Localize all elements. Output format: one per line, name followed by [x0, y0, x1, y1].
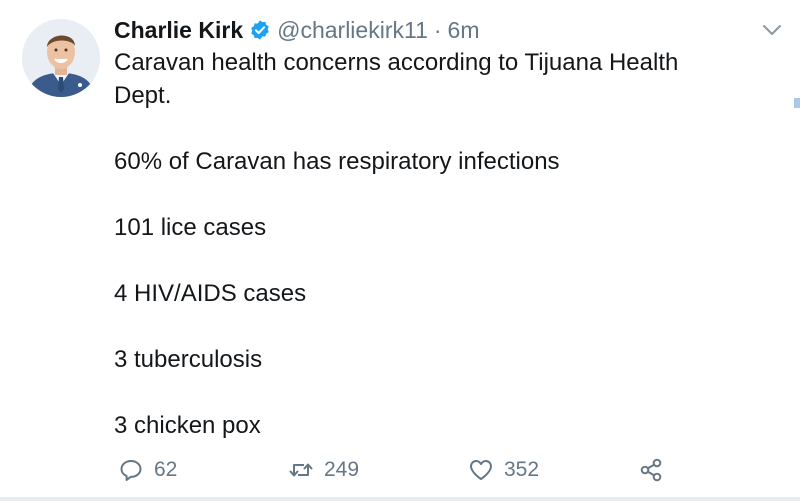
- tweet-card: Charlie Kirk @charliekirk11 · 6m Caravan…: [0, 0, 800, 501]
- scrollbar-thumb[interactable]: [794, 98, 800, 108]
- tweet-text-line: Dept.: [114, 82, 172, 109]
- divider: [0, 497, 800, 501]
- author-name[interactable]: Charlie Kirk: [114, 17, 243, 44]
- reply-count: 62: [154, 458, 178, 481]
- tweet-text-line: 60% of Caravan has respiratory infection…: [114, 148, 560, 175]
- tweet-actions: 62 249 352: [118, 452, 678, 488]
- retweet-button[interactable]: 249: [288, 452, 359, 488]
- retweet-icon: [288, 457, 314, 483]
- reply-button[interactable]: 62: [118, 452, 177, 488]
- tweet-text-line: 3 tuberculosis: [114, 346, 263, 373]
- tweet-text-blank: [114, 376, 754, 409]
- retweet-count: 249: [324, 458, 360, 481]
- avatar-image: [22, 19, 100, 97]
- tweet-header: Charlie Kirk @charliekirk11 · 6m: [114, 13, 479, 47]
- separator-dot: ·: [433, 16, 442, 43]
- tweet-text-blank: [114, 178, 754, 211]
- like-button[interactable]: 352: [468, 452, 539, 488]
- author-handle[interactable]: @charliekirk11: [277, 17, 428, 44]
- share-button[interactable]: [638, 452, 674, 488]
- tweet-text-line: 3 chicken pox: [114, 412, 261, 439]
- tweet-timestamp[interactable]: 6m: [448, 17, 480, 44]
- heart-icon: [468, 457, 494, 483]
- tweet-text-blank: [114, 310, 754, 343]
- share-icon: [638, 457, 664, 483]
- verified-badge-icon: [249, 19, 271, 41]
- tweet-text-line: Caravan health concerns according to Tij…: [114, 49, 679, 76]
- like-count: 352: [504, 458, 540, 481]
- reply-icon: [118, 457, 144, 483]
- avatar[interactable]: [22, 19, 100, 97]
- tweet-text: Caravan health concerns according to Tij…: [114, 46, 754, 442]
- tweet-text-blank: [114, 244, 754, 277]
- chevron-down-icon[interactable]: [761, 22, 783, 38]
- tweet-text-blank: [114, 112, 754, 145]
- tweet-text-line: 101 lice cases: [114, 214, 267, 241]
- tweet-text-line: 4 HIV/AIDS cases: [114, 280, 307, 307]
